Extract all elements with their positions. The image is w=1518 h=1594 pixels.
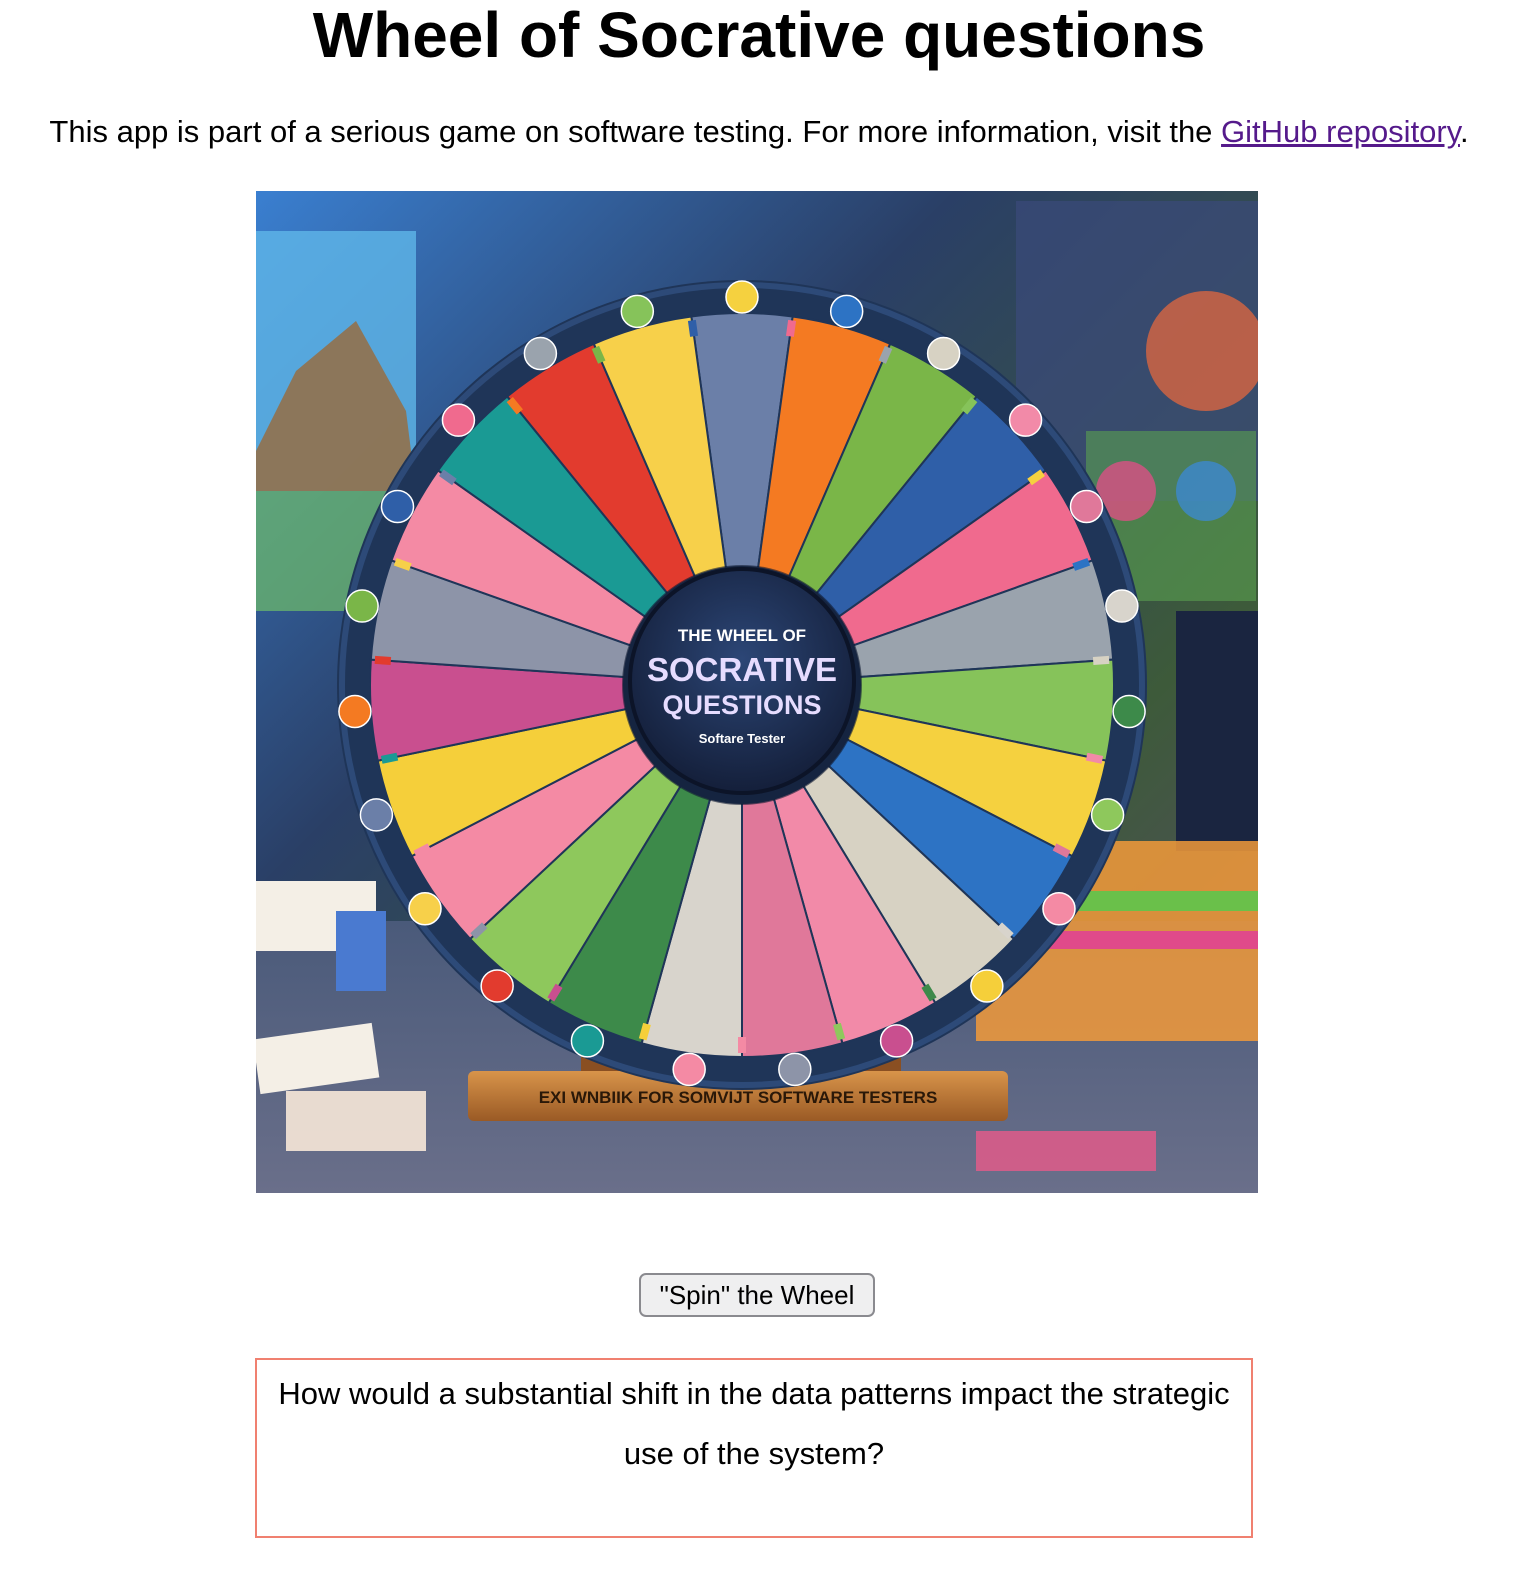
- rim-marker: [879, 1024, 914, 1058]
- rim-marker: [926, 336, 961, 371]
- rim-marker: [1069, 489, 1104, 524]
- rim-marker: [970, 969, 1004, 1003]
- hub-line-3: QUESTIONS: [662, 690, 821, 720]
- wheel-peg: [1092, 655, 1110, 665]
- wheel-peg: [738, 1037, 746, 1053]
- rim-marker: [380, 489, 415, 524]
- wheel-peg: [374, 655, 392, 665]
- rim-marker: [480, 969, 514, 1003]
- rim-marker: [620, 294, 655, 329]
- wheel-image: EXI WNBIIK FOR SOMVIJT SOFTWARE TESTERS …: [256, 191, 1258, 1193]
- question-box: How would a substantial shift in the dat…: [255, 1358, 1253, 1538]
- rim-marker: [1112, 694, 1146, 729]
- stand-label: EXI WNBIIK FOR SOMVIJT SOFTWARE TESTERS: [539, 1088, 938, 1107]
- rim-marker: [408, 892, 442, 926]
- rim-marker: [1008, 403, 1043, 437]
- rim-marker: [1090, 798, 1125, 832]
- question-text: How would a substantial shift in the dat…: [278, 1376, 1230, 1471]
- rim-marker: [778, 1052, 812, 1087]
- rim-marker: [523, 336, 558, 371]
- intro-text: This app is part of a serious game on so…: [49, 114, 1222, 149]
- github-repository-link[interactable]: GitHub repository: [1221, 114, 1460, 149]
- rim-marker: [672, 1052, 706, 1087]
- rim-marker: [725, 280, 759, 314]
- hub-line-1: THE WHEEL OF: [678, 626, 806, 645]
- intro-paragraph: This app is part of a serious game on so…: [0, 110, 1518, 154]
- hub-line-4: Softare Tester: [699, 731, 785, 746]
- hub-line-2: SOCRATIVE: [647, 651, 837, 688]
- spin-wheel-button[interactable]: "Spin" the Wheel: [639, 1273, 875, 1317]
- rim-marker: [338, 694, 372, 729]
- rim-marker: [441, 403, 476, 437]
- intro-period: .: [1459, 114, 1469, 149]
- rim-marker: [359, 798, 394, 832]
- rim-marker: [345, 589, 379, 623]
- rim-marker: [1105, 589, 1139, 623]
- page-title: Wheel of Socrative questions: [312, 0, 1206, 71]
- rim-marker: [570, 1024, 605, 1058]
- rim-marker: [829, 294, 864, 329]
- rim-marker: [1042, 892, 1076, 926]
